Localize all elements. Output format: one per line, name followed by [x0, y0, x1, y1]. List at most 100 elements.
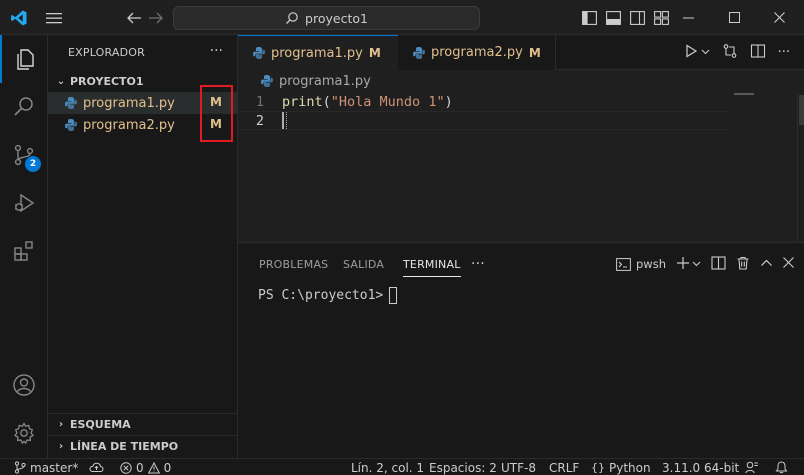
command-center-search[interactable]: proyecto1	[173, 6, 480, 30]
panel-more-icon[interactable]: ···	[471, 243, 485, 285]
code-token-string: "Hola Mundo 1"	[330, 93, 445, 110]
chevron-down-icon: ⌄	[56, 75, 66, 87]
terminal-prompt-line[interactable]: PS C:\proyecto1>	[258, 287, 398, 304]
bottom-panel: PROBLEMAS SALIDA TERMINAL ··· pwsh PS C:…	[238, 242, 804, 458]
more-actions-icon[interactable]: ···	[210, 43, 223, 59]
minimap[interactable]	[734, 93, 754, 95]
source-control-badge: 2	[25, 156, 41, 172]
tab-modified-badge: M	[528, 45, 541, 60]
accounts-icon[interactable]	[0, 361, 48, 409]
status-bar: master* 0 0 Lín. 2, col. 1 Espacios: 2 U…	[0, 458, 804, 475]
arrow-left-icon[interactable]	[124, 0, 144, 35]
breadcrumb-file: programa1.py	[279, 73, 371, 89]
line-ending[interactable]: CRLF	[549, 459, 579, 475]
panel-actions: pwsh	[616, 243, 794, 285]
tab-modified-badge: M	[368, 46, 381, 60]
terminal-cursor	[389, 287, 398, 304]
terminal-shell-selector[interactable]: pwsh	[616, 257, 666, 271]
code-editor[interactable]: 1 print("Hola Mundo 1") 2	[238, 92, 804, 242]
tab-problems[interactable]: PROBLEMAS	[259, 243, 328, 285]
python-file-icon	[261, 75, 273, 87]
split-editor-icon[interactable]	[750, 43, 766, 63]
python-file-icon	[253, 47, 265, 59]
highlight-annotation-box	[200, 85, 233, 142]
settings-gear-icon[interactable]	[0, 409, 48, 457]
problems-summary[interactable]: 0 0	[120, 459, 171, 475]
breadcrumb[interactable]: programa1.py	[238, 70, 804, 92]
run-debug-icon[interactable]	[0, 179, 48, 227]
editor-tabs: programa1.py M programa2.py M ···	[238, 35, 804, 70]
cursor-position[interactable]: Lín. 2, col. 1	[351, 459, 424, 475]
timeline-title: LÍNEA DE TIEMPO	[70, 440, 179, 453]
indentation[interactable]: Espacios: 2	[429, 459, 497, 475]
warning-count: 0	[163, 460, 172, 475]
new-terminal-icon[interactable]	[676, 256, 690, 273]
code-token-paren: (	[322, 93, 331, 110]
code-token-paren: )	[444, 93, 453, 110]
git-branch-icon	[14, 461, 26, 474]
arrow-right-icon[interactable]	[146, 0, 166, 35]
warning-icon	[147, 461, 160, 473]
sync-changes-icon[interactable]	[89, 459, 104, 475]
shell-name: pwsh	[636, 257, 666, 271]
python-interpreter[interactable]: 3.11.0 64-bit	[662, 459, 739, 475]
editor-scroll-thumb[interactable]	[799, 95, 804, 125]
toggle-secondary-sidebar-icon[interactable]	[626, 0, 648, 35]
source-control-icon[interactable]: 2	[0, 131, 48, 179]
tab-programa1[interactable]: programa1.py M	[238, 35, 398, 70]
line-number: 2	[255, 112, 264, 129]
tab-terminal[interactable]: TERMINAL	[403, 243, 461, 285]
git-branch-item[interactable]: master*	[14, 459, 78, 475]
tab-output[interactable]: SALIDA	[343, 243, 384, 285]
file-name: programa1.py	[83, 95, 175, 111]
tab-label: programa1.py	[271, 45, 363, 61]
activity-bar: 2	[0, 35, 48, 458]
encoding[interactable]: UTF-8	[501, 459, 536, 475]
braces-icon: {}	[591, 461, 605, 474]
maximize-icon[interactable]	[712, 0, 756, 35]
split-terminal-icon[interactable]	[711, 255, 726, 273]
extensions-icon[interactable]	[0, 227, 48, 275]
close-panel-icon[interactable]	[783, 257, 794, 271]
folder-name: PROYECTO1	[70, 74, 144, 88]
python-file-icon	[413, 46, 425, 59]
terminal-icon	[616, 257, 631, 271]
error-icon	[120, 461, 132, 474]
explorer-icon[interactable]	[0, 35, 48, 83]
vscode-logo-icon	[6, 0, 32, 35]
menu-icon[interactable]	[42, 0, 66, 35]
language-mode[interactable]: {} Python	[591, 459, 651, 475]
command-center-text: proyecto1	[305, 10, 368, 26]
tab-label: programa2.py	[431, 45, 523, 60]
code-line-current: 2	[238, 111, 728, 130]
timeline-section[interactable]: › LÍNEA DE TIEMPO	[48, 435, 238, 457]
compare-changes-icon[interactable]	[722, 43, 738, 63]
branch-name: master*	[30, 460, 79, 475]
file-name: programa2.py	[83, 117, 175, 133]
terminal-dropdown-chevron-icon[interactable]	[692, 257, 701, 271]
search-icon[interactable]	[0, 83, 48, 131]
maximize-panel-chevron-up-icon[interactable]	[760, 257, 773, 271]
run-python-icon[interactable]	[683, 43, 699, 63]
tab-programa2[interactable]: programa2.py M	[398, 35, 556, 70]
title-bar: proyecto1	[0, 0, 804, 35]
indent-guide	[286, 112, 287, 129]
run-dropdown-chevron-icon[interactable]	[701, 45, 710, 60]
chevron-right-icon: ›	[58, 441, 64, 452]
feedback-icon[interactable]	[745, 459, 759, 475]
toggle-panel-icon[interactable]	[602, 0, 624, 35]
notifications-bell-icon[interactable]	[775, 459, 788, 475]
language-name: Python	[609, 460, 651, 475]
outline-section[interactable]: › ESQUEMA	[48, 413, 238, 435]
error-count: 0	[136, 460, 144, 475]
toggle-sidebar-icon[interactable]	[578, 0, 600, 35]
text-cursor	[282, 112, 284, 129]
kill-terminal-trash-icon[interactable]	[736, 256, 750, 273]
close-icon[interactable]	[757, 0, 801, 35]
minimize-icon[interactable]	[666, 0, 710, 35]
chevron-right-icon: ›	[58, 419, 64, 430]
outline-title: ESQUEMA	[70, 418, 131, 431]
line-number: 1	[255, 93, 264, 110]
more-actions-icon[interactable]: ···	[778, 45, 790, 60]
search-icon	[286, 12, 298, 24]
